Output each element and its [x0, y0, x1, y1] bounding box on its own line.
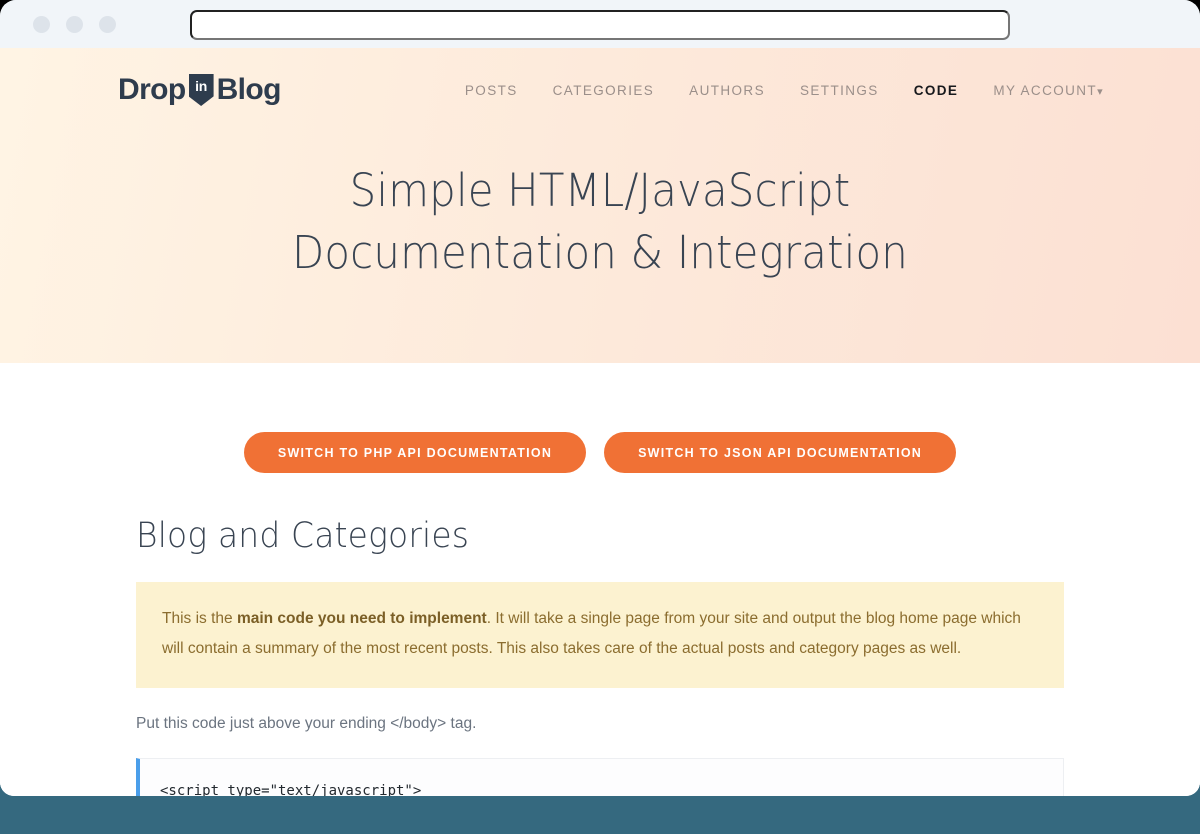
nav-item-my-account[interactable]: MY ACCOUNT▾	[993, 83, 1104, 98]
info-alert-box: This is the main code you need to implem…	[136, 582, 1064, 689]
section-heading-blog-and-categories: Blog and Categories	[136, 516, 470, 556]
main-navigation: POSTS CATEGORIES AUTHORS SETTINGS CODE M…	[465, 83, 1152, 98]
nav-item-posts[interactable]: POSTS	[465, 83, 518, 98]
logo-text-drop: Drop	[118, 73, 186, 106]
nav-item-settings[interactable]: SETTINGS	[800, 83, 879, 98]
browser-window: Drop in Blog POSTS CATEGORIES AUTHORS SE…	[0, 0, 1200, 796]
alert-text-before: This is the	[162, 610, 237, 627]
alert-text-emphasis: main code you need to implement	[236, 610, 487, 627]
maximize-window-icon[interactable]	[99, 15, 116, 33]
page-title-line-2: Documentation & Integration	[291, 226, 909, 280]
page-viewport: Drop in Blog POSTS CATEGORIES AUTHORS SE…	[0, 48, 1200, 796]
nav-item-my-account-label: MY ACCOUNT	[993, 82, 1098, 98]
site-header: Drop in Blog POSTS CATEGORIES AUTHORS SE…	[0, 48, 1200, 106]
nav-item-categories[interactable]: CATEGORIES	[553, 83, 655, 98]
code-instruction-text: Put this code just above your ending </b…	[136, 715, 477, 733]
page-title-line-1: Simple HTML/JavaScript	[349, 164, 851, 217]
minimize-window-icon[interactable]	[66, 15, 83, 33]
dropinblog-logo[interactable]: Drop in Blog	[118, 74, 281, 106]
switch-to-php-api-doc-button[interactable]: SWITCH TO PHP API DOCUMENTATION	[243, 432, 587, 473]
window-traffic-lights[interactable]	[33, 15, 116, 33]
doc-switch-button-group: SWITCH TO PHP API DOCUMENTATION SWITCH T…	[136, 363, 1064, 473]
address-bar-input[interactable]	[190, 10, 1010, 40]
logo-shield-badge-icon: in	[188, 74, 214, 106]
code-snippet-block[interactable]: <script type="text/javascript"> var dib_…	[136, 757, 1064, 796]
nav-item-code[interactable]: CODE	[914, 83, 959, 98]
switch-to-json-api-doc-button[interactable]: SWITCH TO JSON API DOCUMENTATION	[604, 432, 957, 473]
page-title: Simple HTML/JavaScript Documentation & I…	[42, 160, 1158, 284]
logo-badge-label: in	[195, 78, 208, 94]
logo-text-blog: Blog	[216, 73, 282, 106]
browser-chrome-bar	[0, 0, 1200, 48]
hero-banner: Drop in Blog POSTS CATEGORIES AUTHORS SE…	[0, 48, 1200, 363]
nav-item-authors[interactable]: AUTHORS	[689, 83, 765, 98]
chevron-down-icon: ▾	[1097, 85, 1104, 98]
main-content: SWITCH TO PHP API DOCUMENTATION SWITCH T…	[0, 363, 1200, 796]
close-window-icon[interactable]	[33, 15, 50, 33]
